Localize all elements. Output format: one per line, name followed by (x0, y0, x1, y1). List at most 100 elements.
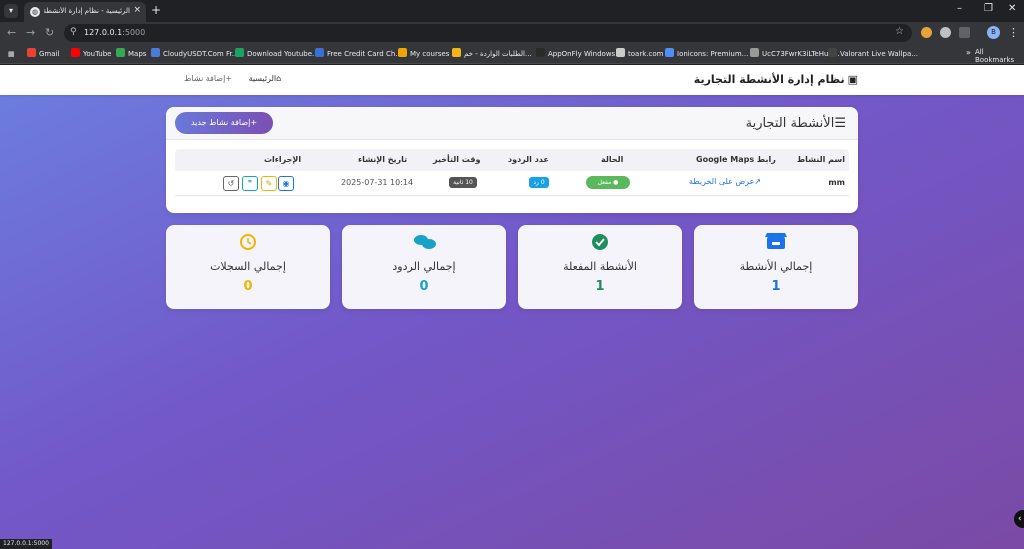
bookmark-star-icon[interactable]: ☆ (895, 26, 904, 37)
address-bar[interactable]: ⚲ 127.0.0.1:5000 ☆ (64, 24, 912, 42)
bookmarks-overflow-icon[interactable]: » (966, 48, 971, 57)
bookmark-favicon-icon (315, 48, 324, 57)
bookmark-label: Gmail (39, 50, 60, 58)
minimize-icon[interactable]: – (957, 3, 962, 14)
nav-add-activity-link[interactable]: +إضافة نشاط (184, 74, 232, 83)
bookmark-label: الطلبات الواردة - خم... (464, 50, 532, 58)
extension-icon[interactable] (940, 27, 951, 38)
bookmark-item[interactable]: Maps (116, 48, 146, 60)
bookmark-item[interactable]: toark.com (616, 48, 663, 60)
replies-action-button[interactable]: ❞ (242, 176, 258, 191)
profile-avatar[interactable]: B (987, 26, 1000, 39)
view-action-button[interactable]: ◉ (278, 176, 294, 191)
bookmark-favicon-icon (750, 48, 759, 57)
tab-search-button[interactable]: ▾ (4, 4, 18, 18)
bookmark-item[interactable]: Free Credit Card Ch... (315, 48, 402, 60)
url-text: 127.0.0.1:5000 (84, 28, 146, 37)
maximize-icon[interactable]: ❐ (984, 3, 993, 14)
list-icon: ☰ (834, 116, 846, 131)
check-circle-icon (592, 234, 608, 250)
bookmark-item[interactable]: Gmail (27, 48, 59, 60)
stat-card-active-activities: الأنشطة المفعلة 1 (518, 225, 682, 309)
apps-grid-icon[interactable]: ▦ (8, 48, 15, 60)
extension-icon[interactable] (921, 27, 932, 38)
bookmark-favicon-icon (616, 48, 625, 57)
bookmark-label: YouTube (83, 50, 112, 58)
map-link[interactable]: ↗عرض على الخريطة (689, 177, 761, 186)
browser-menu-icon[interactable]: ⋮ (1008, 26, 1019, 39)
browser-tab-active[interactable]: ◍ الرئيسية - نظام إدارة الأنشطة الت... × (24, 2, 146, 22)
replies-badge: 0 رد (529, 177, 549, 188)
col-maps: رابط Google Maps (696, 155, 776, 164)
stat-label: إجمالي الردود (392, 260, 456, 273)
bookmark-label: Free Credit Card Ch... (327, 50, 402, 58)
site-info-icon[interactable]: ⚲ (70, 27, 77, 37)
stat-card-total-activities: إجمالي الأنشطة 1 (694, 225, 858, 309)
bookmark-item[interactable]: UcC73FwrK3iLTeHuS... (750, 48, 840, 60)
bookmark-label: AppOnFly Windows... (548, 50, 622, 58)
bookmark-favicon-icon (27, 48, 36, 57)
activities-card-header: ☰الأنشطة التجارية +إضافة نشاط جديد (166, 107, 858, 140)
external-link-icon: ↗ (754, 177, 762, 186)
activities-table: اسم النشاط رابط Google Maps الحالة عدد ا… (175, 149, 849, 196)
history-action-button[interactable]: ↺ (223, 176, 239, 191)
bookmark-item[interactable]: الطلبات الواردة - خم... (452, 48, 532, 60)
plus-icon: + (250, 118, 258, 127)
new-tab-button[interactable]: + (151, 3, 161, 17)
bookmark-favicon-icon (71, 48, 80, 57)
bookmark-item[interactable]: Ionicons: Premium... (665, 48, 748, 60)
bookmark-item[interactable]: YouTube (71, 48, 111, 60)
bookmark-item[interactable]: Valorant Live Wallpa... (828, 48, 918, 60)
table-row: mm ↗عرض على الخريطة ● مفعل 0 رد 10 ثانية… (175, 171, 849, 196)
bookmark-item[interactable]: AppOnFly Windows... (536, 48, 622, 60)
puzzle-icon[interactable] (959, 27, 970, 38)
add-activity-button[interactable]: +إضافة نشاط جديد (175, 112, 273, 134)
stat-label: الأنشطة المفعلة (563, 260, 637, 273)
edit-icon: ✎ (265, 179, 273, 188)
browser-tab-strip: ▾ ◍ الرئيسية - نظام إدارة الأنشطة الت...… (0, 0, 1024, 22)
bookmark-label: Ionicons: Premium... (677, 50, 749, 58)
bookmark-favicon-icon (452, 48, 461, 57)
bookmarks-bar: ▦ Gmail YouTube Maps CloudyUSDT.Com Fr... Do… (0, 44, 1024, 64)
store-icon (765, 233, 787, 249)
bookmark-label: toark.com (628, 50, 664, 58)
comments-icon (414, 235, 436, 249)
edit-action-button[interactable]: ✎ (261, 176, 277, 191)
eye-icon: ◉ (282, 179, 290, 188)
window-close-icon[interactable]: ✕ (1008, 3, 1016, 14)
close-tab-icon[interactable]: × (133, 5, 141, 15)
created-date: 2025-07-31 10:14 (341, 178, 414, 187)
col-replies: عدد الردود (508, 155, 549, 164)
activity-name: mm (828, 178, 845, 187)
col-name: اسم النشاط (796, 155, 845, 164)
reload-icon[interactable]: ↻ (45, 26, 54, 39)
bookmark-item[interactable]: CloudyUSDT.Com Fr... (151, 48, 238, 60)
delay-badge: 10 ثانية (449, 177, 477, 188)
tab-title: الرئيسية - نظام إدارة الأنشطة الت... (44, 7, 130, 15)
bookmark-item[interactable]: Download Youtube... (235, 48, 319, 60)
bookmark-favicon-icon (665, 48, 674, 57)
activities-card: ☰الأنشطة التجارية +إضافة نشاط جديد اسم ا… (166, 107, 858, 213)
bookmark-favicon-icon (235, 48, 244, 57)
bookmark-label: CloudyUSDT.Com Fr... (163, 50, 239, 58)
status-url-tooltip: 127.0.0.1:5000 (0, 539, 52, 549)
bookmark-favicon-icon (116, 48, 125, 57)
bookmark-favicon-icon (398, 48, 407, 57)
store-icon: ▣ (847, 73, 858, 86)
all-bookmarks-button[interactable]: All Bookmarks (975, 48, 1024, 64)
col-status: الحالة (601, 155, 624, 164)
stat-value: 1 (771, 279, 781, 294)
brand-title[interactable]: ▣نظام إدارة الأنشطة التجارية (694, 73, 858, 86)
back-arrow-icon[interactable]: ← (7, 26, 16, 39)
bookmark-item[interactable]: My courses (398, 48, 449, 60)
table-header-row: اسم النشاط رابط Google Maps الحالة عدد ا… (175, 149, 849, 171)
comments-icon: ❞ (247, 179, 253, 188)
nav-home-link[interactable]: ⌂الرئيسية (246, 74, 282, 83)
stat-label: إجمالي الأنشطة (739, 260, 813, 273)
bookmark-label: My courses (410, 50, 450, 58)
plus-icon: + (225, 74, 233, 83)
bookmark-favicon-icon (151, 48, 160, 57)
globe-icon: ◍ (30, 7, 40, 17)
forward-arrow-icon[interactable]: → (26, 26, 35, 39)
page-body: ⌂الرئيسية +إضافة نشاط ▣نظام إدارة الأنشط… (0, 65, 1024, 549)
